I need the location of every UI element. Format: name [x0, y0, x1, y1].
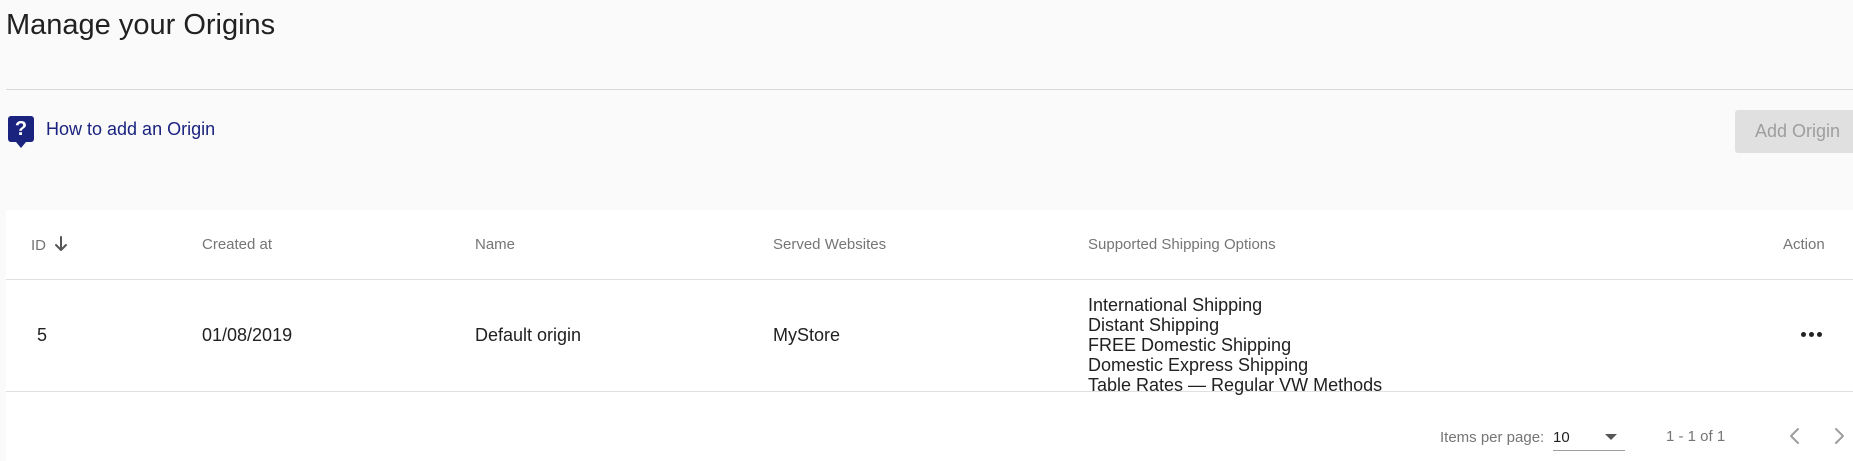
shipping-option: FREE Domestic Shipping — [1088, 335, 1292, 355]
add-origin-button[interactable]: Add Origin — [1735, 110, 1853, 153]
cell-id: 5 — [37, 325, 48, 345]
dot — [1808, 331, 1814, 337]
cell-served-websites: MyStore — [773, 325, 841, 345]
table-row: 5 01/08/2019 Default origin MyStore Inte… — [6, 280, 1853, 395]
page-range-label: 1 - 1 of 1 — [1666, 428, 1726, 445]
title-divider — [6, 89, 1853, 90]
page-title: Manage your Origins — [6, 9, 276, 41]
more-actions-icon[interactable] — [1796, 324, 1826, 344]
header-action: Action — [1783, 236, 1825, 253]
chevron-down-icon — [1605, 434, 1617, 440]
cell-name: Default origin — [475, 325, 582, 345]
origins-table: ID Created at Name Served Websites Suppo… — [6, 210, 1853, 461]
help-question-icon: ? — [8, 116, 34, 148]
header-shipping-options[interactable]: Supported Shipping Options — [1088, 236, 1276, 253]
header-created-at[interactable]: Created at — [202, 236, 272, 253]
shipping-option: International Shipping — [1088, 295, 1263, 315]
header-served-websites[interactable]: Served Websites — [773, 236, 886, 253]
how-to-add-origin-label: How to add an Origin — [46, 118, 216, 139]
header-id[interactable]: ID — [31, 236, 68, 256]
chevron-right-icon — [1835, 428, 1844, 444]
cell-shipping-options: International Shipping Distant Shipping … — [1088, 295, 1382, 395]
paginator: Items per page: 10 1 - 1 of 1 — [6, 392, 1853, 461]
items-per-page-value: 10 — [1553, 429, 1570, 446]
table-header-row: ID Created at Name Served Websites Suppo… — [6, 210, 1853, 280]
items-per-page-label: Items per page: — [1440, 429, 1545, 446]
items-per-page-select[interactable]: 10 — [1553, 424, 1625, 451]
origins-page: Manage your Origins ? How to add an Orig… — [0, 0, 1853, 461]
chevron-left-icon — [1790, 428, 1799, 444]
header-id-label: ID — [31, 237, 46, 254]
next-page-button[interactable] — [1825, 422, 1853, 450]
cell-created-at: 01/08/2019 — [202, 325, 293, 345]
header-name[interactable]: Name — [475, 236, 515, 253]
previous-page-button[interactable] — [1781, 422, 1809, 450]
how-to-add-origin-link[interactable]: ? How to add an Origin — [8, 116, 216, 148]
sort-arrow-down-icon — [54, 236, 68, 256]
dot — [1816, 331, 1822, 337]
dot — [1800, 331, 1806, 337]
shipping-option: Domestic Express Shipping — [1088, 355, 1309, 375]
shipping-option: Distant Shipping — [1088, 315, 1220, 335]
